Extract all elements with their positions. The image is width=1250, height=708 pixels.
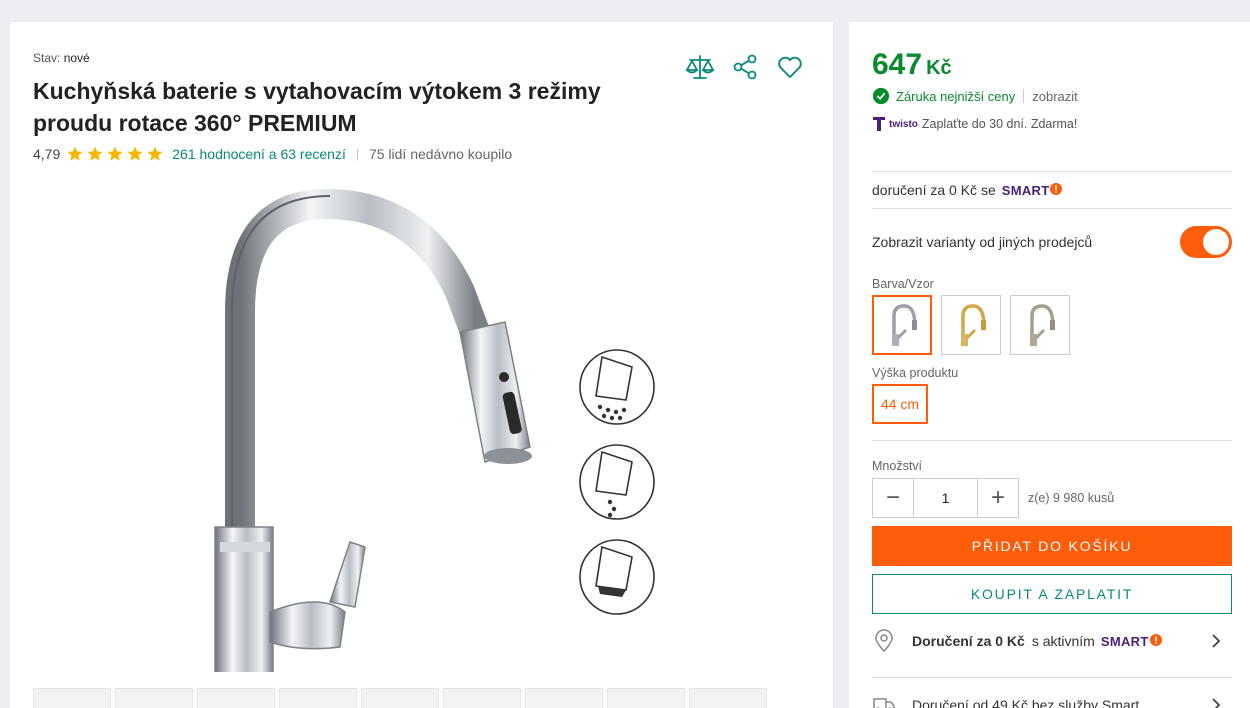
height-option[interactable]: 44 cm (872, 384, 928, 424)
twisto-logo: twisto (889, 118, 918, 130)
thumbnail[interactable] (525, 688, 603, 708)
delivery-smart-row[interactable]: Doručení za 0 Kč s aktivním SMART (872, 626, 1232, 656)
condition-line: Stav: nové (33, 51, 90, 65)
price-currency: Kč (926, 57, 952, 79)
quantity-input[interactable] (914, 478, 977, 518)
chevron-right-icon (1212, 698, 1221, 708)
delivery-free-text: s aktivním (1031, 633, 1095, 649)
smart-logo-text: SMART (1001, 182, 1050, 198)
wishlist-button[interactable] (775, 52, 805, 82)
star-icon (87, 146, 103, 161)
truck-icon (873, 698, 895, 708)
share-button[interactable] (730, 52, 760, 82)
delivery-standard-row[interactable]: Doručení od 49 Kč bez služby Smart (872, 690, 1232, 708)
buy-now-button[interactable]: KOUPIT A ZAPLATIT (872, 574, 1232, 614)
color-options (872, 295, 1070, 355)
stock-count: z(e) 9 980 kusů (1028, 491, 1115, 505)
star-icon (107, 146, 123, 161)
thumbnail-strip (33, 688, 767, 708)
color-label: Barva/Vzor (872, 277, 934, 291)
product-gallery-card: Stav: nové Kuchyňská baterie s vytahovac… (10, 22, 833, 708)
divider (872, 677, 1232, 678)
other-sellers-label: Zobrazit varianty od jiných prodejců (872, 234, 1093, 250)
quantity-stepper: − + z(e) 9 980 kusů (872, 478, 1114, 518)
smart-delivery-text: doručení za 0 Kč se (872, 182, 996, 198)
thumbnail[interactable] (361, 688, 439, 708)
rating-stars (66, 145, 166, 163)
buy-box: 647 Kč Záruka nejnižší ceny zobrazit twis… (849, 22, 1250, 708)
height-label: Výška produktu (872, 366, 959, 380)
other-sellers-toggle-row: Zobrazit varianty od jiných prodejců (872, 226, 1232, 258)
smart-logo-text: SMART (1100, 633, 1149, 649)
rating-value: 4,79 (33, 146, 61, 162)
thumbnail[interactable] (443, 688, 521, 708)
smart-logo: SMART (1101, 634, 1162, 649)
thumbnail[interactable] (33, 688, 111, 708)
chevron-right-icon (1212, 634, 1221, 648)
price: 647 Kč (872, 48, 952, 82)
divider (872, 171, 1232, 172)
add-to-cart-button[interactable]: PŘIDAT DO KOŠÍKU (872, 526, 1232, 566)
toggle-knob (1203, 229, 1229, 255)
product-title: Kuchyňská baterie s vytahovacím výtokem … (33, 78, 601, 136)
divider: | (355, 147, 359, 161)
faucet-brushed-thumb (1030, 304, 1055, 346)
price-amount: 647 (872, 48, 923, 81)
thumbnail[interactable] (607, 688, 685, 708)
quantity-plus-button[interactable]: + (977, 478, 1019, 518)
delivery-free-bold: Doručení za 0 Kč (912, 633, 1025, 649)
twisto-offer: twisto Zaplaťte do 30 dní. Zdarma! (873, 117, 1077, 131)
quantity-minus-button[interactable]: − (872, 478, 914, 518)
product-actions (685, 52, 805, 82)
faucet-chrome-thumb (892, 304, 917, 346)
condition-value: nové (63, 51, 90, 65)
color-option-brushed[interactable] (1010, 295, 1070, 355)
guarantee-show-link[interactable]: zobrazit (1032, 89, 1078, 104)
faucet-gold-thumb (961, 304, 986, 346)
color-option-gold[interactable] (941, 295, 1001, 355)
twisto-text: Zaplaťte do 30 dní. Zdarma! (921, 117, 1078, 131)
smart-delivery-info: doručení za 0 Kč se SMART (872, 182, 1063, 198)
share-icon (733, 54, 757, 80)
spray-mode-icons (579, 349, 655, 615)
divider (872, 208, 1232, 209)
price-guarantee: Záruka nejnižší ceny zobrazit (872, 87, 1078, 105)
product-main-image[interactable] (170, 182, 670, 692)
reviews-link[interactable]: 261 hodnocení a 63 recenzí (172, 146, 346, 162)
quantity-label: Množství (872, 459, 923, 473)
other-sellers-toggle[interactable] (1180, 226, 1232, 258)
compare-button[interactable] (685, 52, 715, 82)
color-option-chrome[interactable] (872, 295, 932, 355)
delivery-standard-text: Doručení od 49 Kč bez služby Smart (912, 697, 1140, 708)
condition-label: Stav: (33, 51, 61, 65)
faucet-image (214, 188, 655, 692)
scales-icon (685, 55, 715, 79)
heart-icon (778, 56, 802, 78)
location-pin-icon (875, 629, 893, 653)
smart-badge-icon (1149, 634, 1162, 646)
smart-badge-icon (1050, 183, 1063, 195)
smart-logo: SMART (1002, 183, 1063, 198)
thumbnail[interactable] (197, 688, 275, 708)
guarantee-text: Záruka nejnižší ceny (896, 88, 1016, 104)
badge-check-icon (872, 87, 890, 105)
rating-row: 4,79 261 hodnocení a 63 recenzí | 75 lid… (33, 145, 512, 163)
thumbnail[interactable] (115, 688, 193, 708)
thumbnail[interactable] (689, 688, 767, 708)
star-icon (127, 146, 143, 161)
star-icon (67, 146, 83, 161)
bought-recently: 75 lidí nedávno koupilo (368, 146, 513, 162)
twisto-logo-icon (873, 117, 885, 131)
divider (872, 440, 1232, 441)
divider (1023, 89, 1025, 103)
thumbnail[interactable] (279, 688, 357, 708)
star-icon (147, 146, 163, 161)
